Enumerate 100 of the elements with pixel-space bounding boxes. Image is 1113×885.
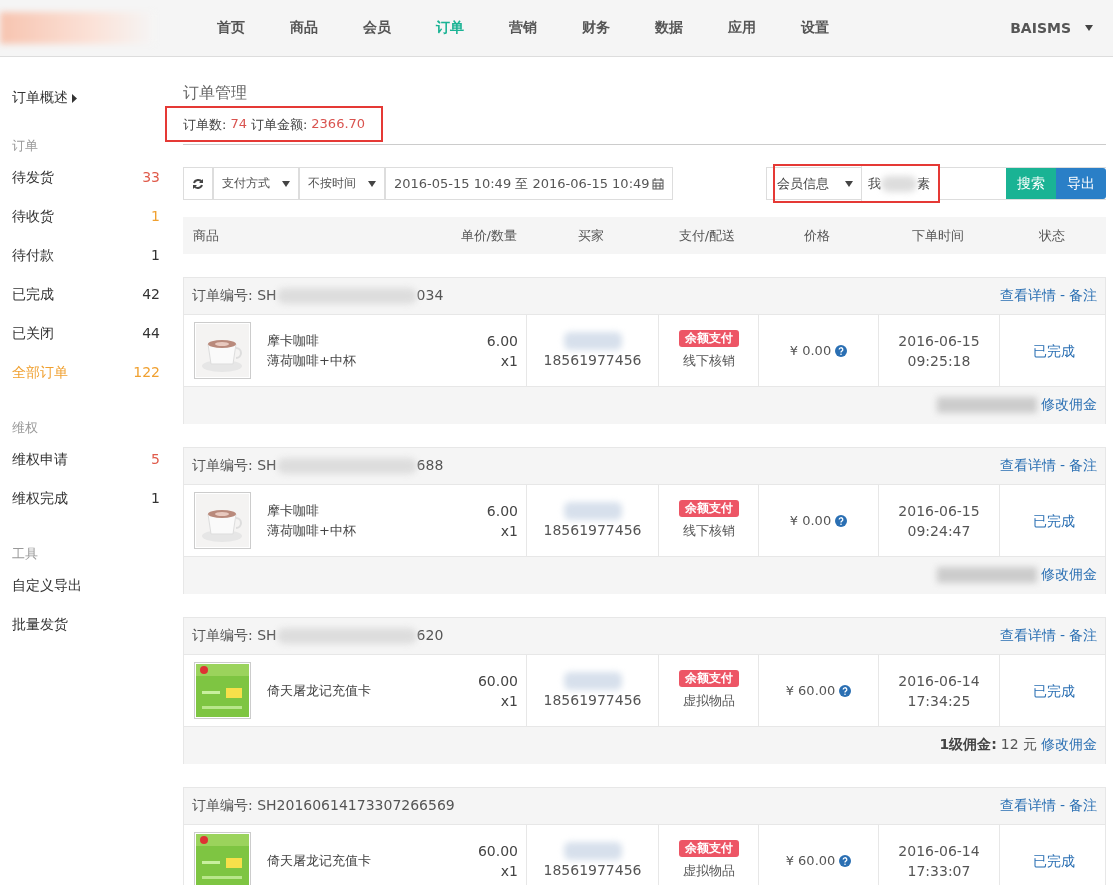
caret-icon	[368, 180, 376, 187]
separator: -	[1058, 797, 1066, 813]
order-link[interactable]: 查看详情	[999, 457, 1056, 473]
count: 33	[142, 169, 160, 187]
product-name[interactable]: 倚天屠龙记充值卡	[267, 850, 462, 871]
buyer-phone: 18561977456	[543, 860, 642, 880]
product-name[interactable]: 摩卡咖啡	[267, 330, 471, 351]
sidebar-item[interactable]: 待发货 33	[0, 169, 183, 208]
nav-tab[interactable]: 财务	[582, 19, 655, 37]
product-name[interactable]: 摩卡咖啡	[267, 500, 471, 521]
sidebar-item[interactable]: 已完成 42	[0, 286, 183, 325]
commission-label: 1级佣金:	[939, 736, 997, 754]
edit-commission-link[interactable]: 修改佣金	[1041, 566, 1097, 584]
product-name[interactable]: 倚天屠龙记充值卡	[267, 680, 462, 701]
delivery-method: 线下核销	[682, 352, 735, 370]
nav-tab[interactable]: 应用	[728, 19, 801, 37]
sidebar-item[interactable]: 维权完成 1	[0, 490, 183, 529]
order-link[interactable]: 备注	[1069, 627, 1097, 643]
column-header: 价格	[803, 226, 831, 245]
time-filter-dropdown[interactable]: 不按时间	[299, 167, 385, 200]
nav-tab[interactable]: 营销	[509, 19, 582, 37]
sidebar-item[interactable]: 批量发货	[0, 616, 183, 655]
sidebar-item[interactable]: 待收货 1	[0, 208, 183, 247]
separator: -	[1058, 287, 1066, 303]
order-number: 订单编号: SH 620	[192, 627, 444, 645]
unit-price: 6.00	[486, 501, 518, 521]
date-range-field[interactable]: 2016-05-15 10:49 至 2016-06-15 10:49	[385, 167, 673, 200]
caret-icon	[282, 180, 290, 187]
user-menu[interactable]: BAISMS	[1010, 20, 1071, 36]
nav-tab[interactable]: 商品	[290, 19, 363, 37]
price: ¥ 0.00	[789, 511, 832, 530]
section-title: 订单	[12, 137, 39, 155]
column-header: 商品	[192, 226, 220, 245]
order-link[interactable]: 备注	[1069, 457, 1097, 473]
order-time: 09:24:47	[907, 521, 971, 541]
nav-tab[interactable]: 首页	[217, 19, 290, 37]
order-link[interactable]: 查看详情	[999, 287, 1056, 303]
quantity: x1	[500, 521, 518, 541]
nav-tab[interactable]: 会员	[363, 19, 436, 37]
status-link[interactable]: 已完成	[1032, 850, 1075, 871]
sidebar-item[interactable]: 自定义导出	[0, 577, 183, 616]
commission-amount: 12 元	[1000, 736, 1037, 754]
buyer-phone: 18561977456	[543, 350, 642, 370]
order-number: 订单编号: SH 034	[192, 287, 444, 305]
count: 42	[142, 286, 160, 304]
search-field[interactable]: 我 素	[862, 166, 938, 201]
blurred-name	[563, 671, 622, 690]
delivery-method: 虚拟物品	[682, 692, 735, 710]
refresh-icon	[192, 177, 204, 190]
status-link[interactable]: 已完成	[1032, 510, 1075, 531]
order-number: 订单编号: SH20160614173307266569	[192, 797, 455, 815]
order-link[interactable]: 查看详情	[999, 627, 1056, 643]
delivery-method: 虚拟物品	[682, 862, 735, 880]
column-header: 买家	[577, 226, 605, 245]
order-link[interactable]: 备注	[1069, 797, 1097, 813]
refresh-button[interactable]	[183, 167, 213, 200]
unit-price: 6.00	[486, 331, 518, 351]
delivery-method: 线下核销	[682, 522, 735, 540]
blurred-name	[563, 501, 622, 520]
product-variant: 薄荷咖啡+中杯	[267, 521, 357, 540]
nav-tab[interactable]: 数据	[655, 19, 728, 37]
caret-icon	[845, 180, 853, 187]
edit-commission-link[interactable]: 修改佣金	[1041, 736, 1097, 754]
page-title: 订单管理	[183, 83, 248, 104]
order-link[interactable]: 备注	[1069, 287, 1097, 303]
price: ¥ 60.00	[785, 851, 836, 870]
count: 1	[151, 490, 160, 508]
blurred-name	[563, 841, 622, 860]
summary-label: 订单数:	[183, 116, 227, 134]
status-link[interactable]: 已完成	[1032, 340, 1075, 361]
order-link[interactable]: 查看详情	[999, 797, 1056, 813]
order-number: 订单编号: SH 688	[192, 457, 444, 475]
caret-icon	[1085, 25, 1093, 31]
separator: -	[1058, 627, 1066, 643]
export-button[interactable]: 导出	[1056, 168, 1106, 199]
order-time: 17:34:25	[907, 691, 971, 711]
unit-price: 60.00	[477, 841, 518, 861]
column-header: 下单时间	[910, 226, 965, 245]
status-link[interactable]: 已完成	[1032, 680, 1075, 701]
sidebar-item[interactable]: 待付款 1	[0, 247, 183, 286]
payment-tag: 余额支付	[678, 840, 739, 857]
section-title: 维权	[12, 419, 39, 437]
quantity: x1	[500, 691, 518, 711]
price: ¥ 0.00	[789, 341, 832, 360]
payment-tag: 余额支付	[678, 500, 739, 517]
sidebar-item[interactable]: 维权申请 5	[0, 451, 183, 490]
sidebar-item[interactable]: 已关闭 44	[0, 325, 183, 364]
sidebar-link[interactable]: 订单概述	[12, 89, 68, 107]
pay-method-dropdown[interactable]: 支付方式	[213, 167, 299, 200]
nav-tab[interactable]: 设置	[801, 19, 874, 37]
count: 5	[151, 451, 160, 469]
count: 44	[142, 325, 160, 343]
column-header: 单价/数量	[459, 226, 518, 245]
order-date: 2016-06-15	[898, 501, 980, 521]
edit-commission-link[interactable]: 修改佣金	[1041, 396, 1097, 414]
quantity: x1	[500, 351, 518, 371]
quantity: x1	[500, 861, 518, 881]
buyer-phone: 18561977456	[543, 520, 642, 540]
help-icon	[835, 514, 848, 527]
help-icon	[839, 684, 852, 697]
